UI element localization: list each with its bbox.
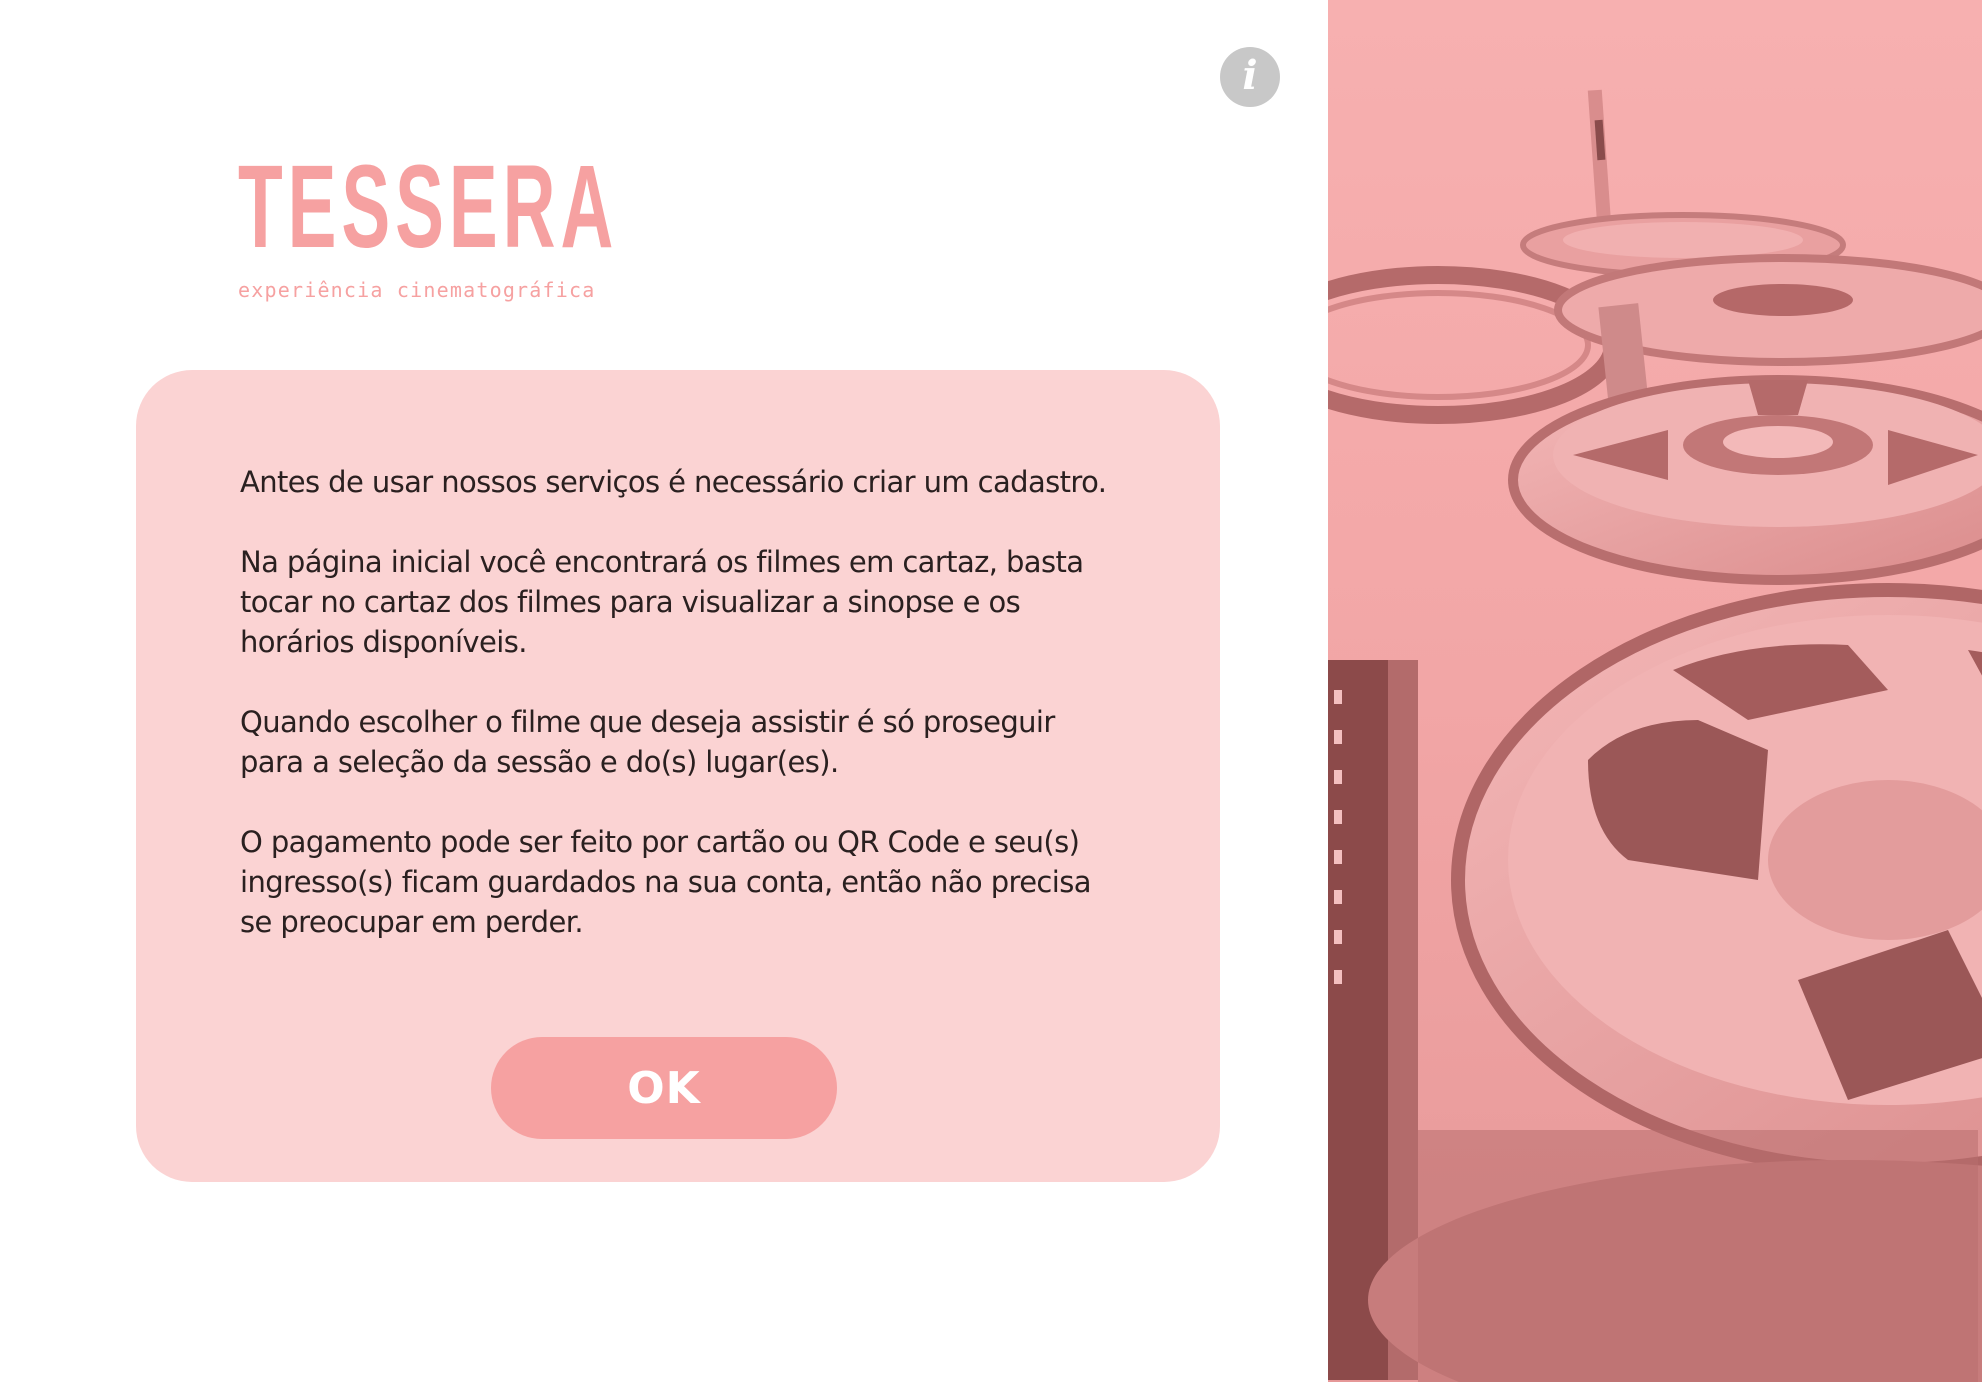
instruction-paragraph-4: O pagamento pode ser feito por cartão ou… bbox=[240, 825, 1092, 939]
instructions-text: Antes de usar nossos serviços é necessár… bbox=[240, 462, 1120, 982]
logo-wordmark: TESSERA bbox=[238, 141, 619, 273]
logo-tagline: experiência cinematográfica bbox=[238, 278, 596, 302]
instruction-paragraph-1: Antes de usar nossos serviços é necessár… bbox=[240, 465, 1107, 499]
logo: TESSERA experiência cinematográfica bbox=[238, 148, 618, 302]
ok-button-label: OK bbox=[627, 1062, 701, 1114]
film-reels-illustration bbox=[1328, 0, 1982, 1382]
instruction-paragraph-3: Quando escolher o filme que deseja assis… bbox=[240, 705, 1055, 779]
info-button[interactable]: i bbox=[1220, 47, 1280, 107]
instructions-card: Antes de usar nossos serviços é necessár… bbox=[136, 370, 1220, 1182]
ok-button[interactable]: OK bbox=[491, 1037, 837, 1139]
onboarding-screen: i TESSERA experiência cinematográfica An… bbox=[0, 0, 1982, 1382]
film-reels-photo bbox=[1328, 0, 1982, 1382]
info-icon: i bbox=[1242, 52, 1258, 99]
instruction-paragraph-2: Na página inicial você encontrará os fil… bbox=[240, 545, 1084, 659]
